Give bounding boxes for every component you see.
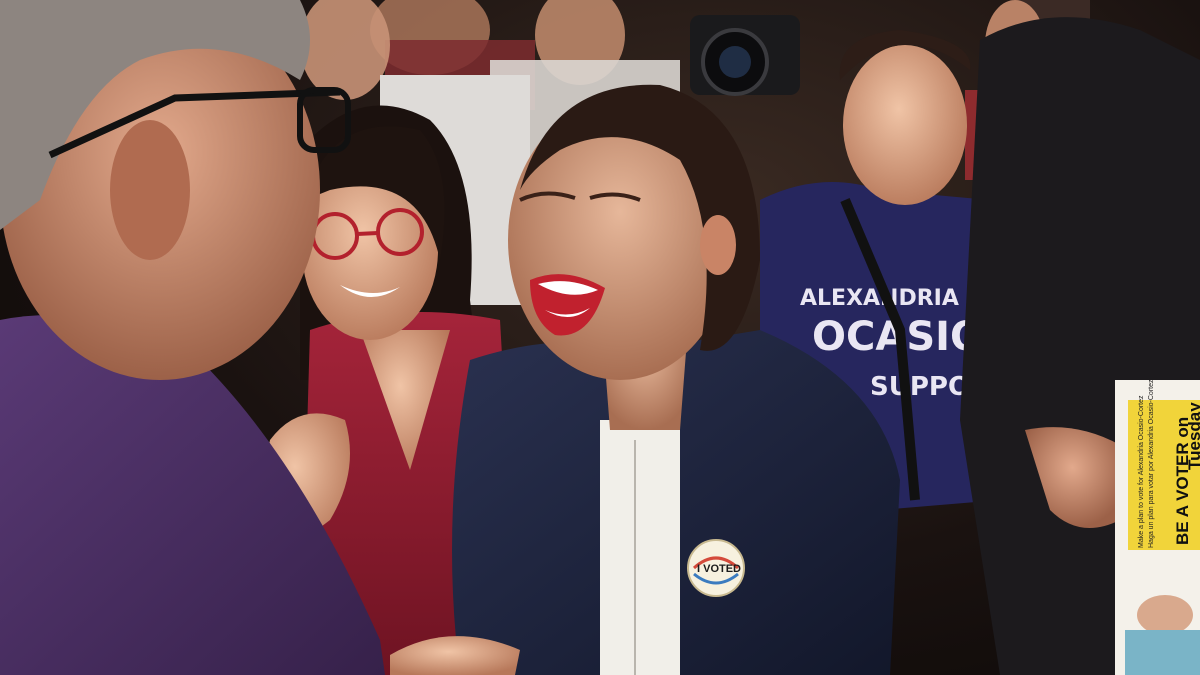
- crowd-photo: ALEXANDRIA OCASIO SUPPORT BE A VOTER on …: [0, 0, 1200, 675]
- flyer-small-1: Make a plan to vote for Alexandria Ocasi…: [1138, 395, 1145, 548]
- flyer-small-2: Haga un plan para votar por Alexandria O…: [1148, 379, 1155, 548]
- photo-scene: ALEXANDRIA OCASIO SUPPORT BE A VOTER on …: [0, 0, 1200, 675]
- camera: [690, 15, 800, 96]
- campaign-flyer: BE A VOTER on Tuesday Make a plan to vot…: [1115, 379, 1200, 675]
- i-voted-pin: I VOTED: [687, 539, 745, 597]
- flyer-headline-2: Tuesday: [1185, 402, 1200, 470]
- pin-text: I VOTED: [697, 563, 741, 575]
